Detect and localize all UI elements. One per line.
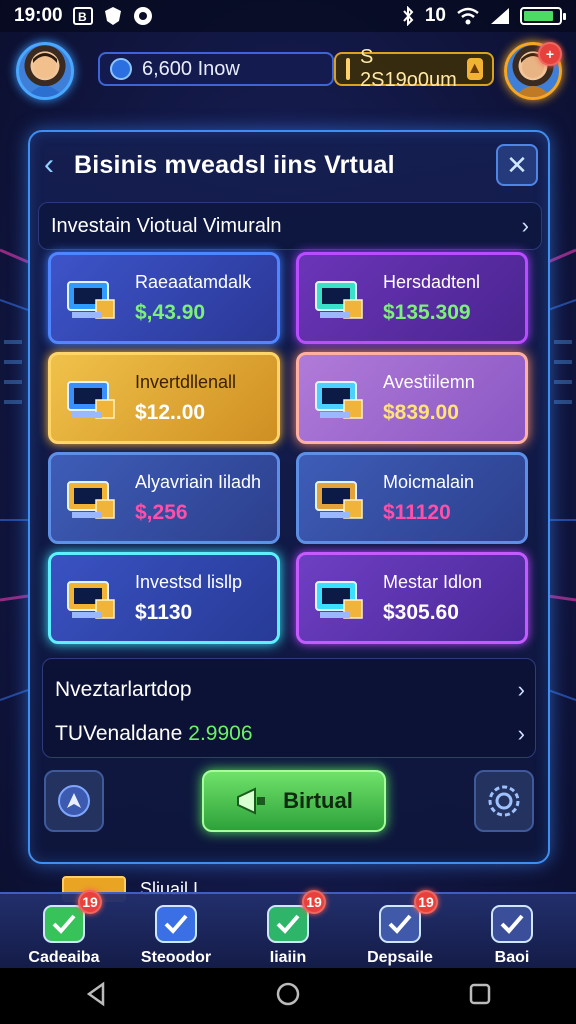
home-icon[interactable]: [275, 981, 301, 1012]
nav-item[interactable]: Iiaiin 19: [238, 890, 338, 968]
app-icon: [133, 6, 153, 26]
monitor-cubes-icon: [61, 368, 123, 428]
settings-button[interactable]: [474, 770, 534, 832]
laptop-globe-icon: [309, 568, 371, 628]
card-name: Hersdadtenl: [383, 271, 481, 292]
nav-label: Iiaiin: [269, 949, 307, 966]
status-bar: 19:00 B 10: [0, 0, 576, 32]
close-button[interactable]: ✕: [496, 144, 538, 186]
laptop-chip-icon: [309, 268, 371, 328]
section-title: Investain Viotual Vimuraln: [51, 214, 282, 237]
nav-label: Steoodor: [140, 949, 212, 966]
card-price: $1130: [135, 600, 193, 624]
card-name: Invertdllenall: [135, 371, 237, 392]
info-value: 2.9906: [188, 722, 253, 745]
chevron-right-icon: ›: [521, 213, 529, 238]
investment-card[interactable]: Avestiilemn $839.00: [296, 352, 528, 444]
nav-item[interactable]: Steoodor: [126, 902, 226, 968]
chart-dashboard-icon: [309, 368, 371, 428]
card-name: Raeaatamdalk: [135, 271, 252, 292]
close-icon: ✕: [506, 149, 528, 180]
add-currency-icon[interactable]: ▲: [466, 58, 483, 80]
virtual-button[interactable]: Birtual: [202, 770, 386, 832]
panel-title-text: Bisinis mveadsl iins Vrtual: [74, 150, 395, 179]
info-box: Nveztarlartdop › TUVenaldane 2.9906 ›: [42, 658, 536, 758]
panel-header: ‹ Bisinis mveadsl iins Vrtual ✕: [30, 132, 548, 198]
back-icon[interactable]: [83, 981, 109, 1012]
investment-card[interactable]: Invertdllenall $12..00: [48, 352, 280, 444]
wifi-icon: [456, 7, 480, 25]
battery-icon: [520, 7, 566, 25]
card-price: $,43.90: [135, 300, 206, 324]
network-label: 10: [424, 5, 446, 26]
card-price: $,256: [135, 500, 188, 524]
status-time: 19:00: [14, 5, 63, 26]
investment-card[interactable]: Investsd lisllp $1130: [48, 552, 280, 644]
top-bar: 6,600 Inow S 2S19o0um ▲ +: [0, 40, 576, 104]
info-row[interactable]: TUVenaldane 2.9906 ›: [55, 719, 525, 749]
nav-item[interactable]: Baoi: [462, 902, 562, 968]
card-name: Moicmalain: [383, 471, 475, 492]
nav-label: Depsaile: [367, 949, 433, 966]
player-avatar[interactable]: [16, 42, 74, 100]
nav-label: Baoi: [494, 949, 530, 966]
card-price: $839.00: [383, 400, 459, 424]
card-price: $12..00: [135, 400, 206, 424]
coin-stack-icon: [61, 568, 123, 628]
nav-item[interactable]: Depsaile 19: [350, 890, 450, 968]
recents-icon[interactable]: [467, 981, 493, 1012]
info-row[interactable]: Nveztarlartdop ›: [55, 675, 525, 705]
investment-card[interactable]: Alyavriain Iiladh $,256: [48, 452, 280, 544]
battery-level: [524, 11, 553, 21]
back-chevron-icon[interactable]: ‹: [44, 148, 74, 182]
nav-badge: 19: [78, 890, 102, 914]
coin-tablet-icon: [61, 468, 123, 528]
investment-card[interactable]: Moicmalain $11120: [296, 452, 528, 544]
investment-card[interactable]: Hersdadtenl $135.309: [296, 252, 528, 344]
crate-icon: [309, 468, 371, 528]
signal-icon: [490, 7, 510, 25]
rocket-icon: [58, 785, 90, 817]
currency-gems[interactable]: 6,600 Inow: [98, 52, 334, 86]
gold-chest-icon: [346, 58, 350, 80]
chevron-right-icon: ›: [517, 677, 525, 702]
nav-badge: 19: [414, 890, 438, 914]
notification-badge: +: [538, 42, 562, 66]
bank-gear-icon: [487, 902, 537, 946]
investment-panel: ‹ Bisinis mveadsl iins Vrtual ✕ Investai…: [28, 130, 550, 864]
megaphone-icon: [237, 787, 266, 815]
card-price: $135.309: [383, 300, 471, 324]
investment-card[interactable]: Raeaatamdalk $,43.90: [48, 252, 280, 344]
section-header[interactable]: Investain Viotual Vimuraln ›: [38, 202, 542, 250]
nav-label: Cadeaiba: [28, 949, 100, 966]
card-price: $11120: [383, 500, 451, 524]
currency-gold-value: S 2S19o0um: [360, 46, 457, 91]
bottom-nav: Cadeaiba 19 Steoodor Iiaiin 19 Depsaile 19 Baoi: [0, 890, 576, 968]
shield-icon: [103, 6, 123, 26]
card-name: Avestiilemn: [383, 371, 475, 392]
card-name: Mestar Idlon: [383, 571, 483, 592]
bluetooth-icon: [401, 6, 415, 26]
b-letter-icon: B: [72, 7, 93, 25]
server-stack-icon: [61, 268, 123, 328]
investment-card[interactable]: Mestar Idlon $305.60: [296, 552, 528, 644]
currency-gold[interactable]: S 2S19o0um ▲: [334, 46, 494, 91]
card-name: Investsd lisllp: [135, 571, 243, 592]
action-row: Birtual: [42, 770, 536, 834]
check-shield-icon: [151, 902, 201, 946]
info-label: TUVenaldane: [55, 722, 183, 745]
card-price: $305.60: [383, 600, 459, 624]
virtual-button-label: Birtual: [283, 788, 353, 813]
system-nav-bar: [0, 968, 576, 1024]
nav-badge: 19: [302, 890, 326, 914]
gem-icon: [110, 58, 132, 80]
currency-gems-value: 6,600 Inow: [142, 57, 240, 80]
card-name: Alyavriain Iiladh: [135, 471, 262, 492]
chevron-right-icon: ›: [517, 721, 525, 746]
gear-icon: [488, 785, 520, 817]
nav-item[interactable]: Cadeaiba 19: [14, 890, 114, 968]
svg-text:B: B: [78, 10, 87, 24]
info-label: Nveztarlartdop: [55, 678, 192, 701]
boost-button[interactable]: [44, 770, 104, 832]
